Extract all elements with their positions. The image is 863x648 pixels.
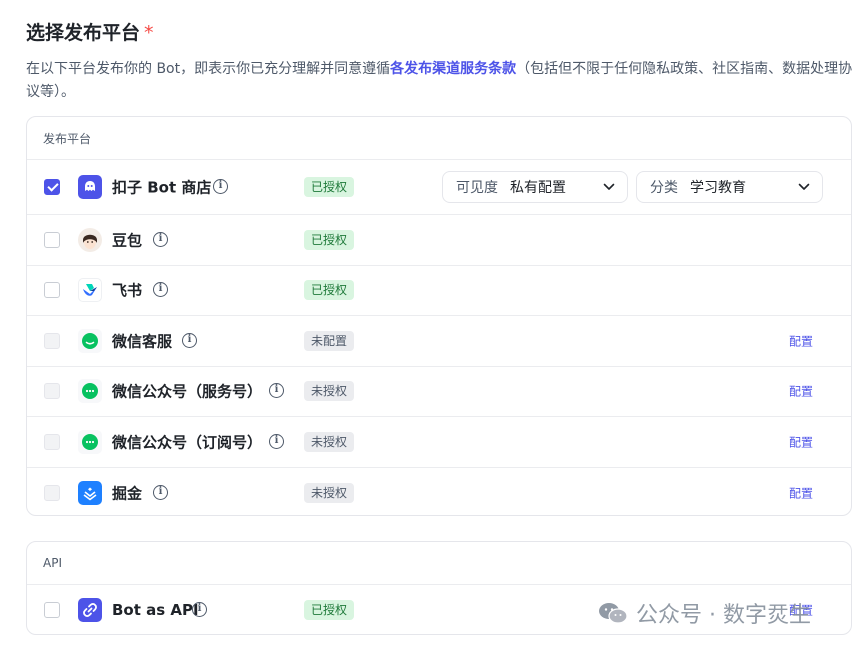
visibility-value: 私有配置 (510, 180, 566, 196)
chevron-down-icon (603, 183, 615, 190)
platform-name: 豆包 (112, 231, 143, 250)
page-title: 选择发布平台 * (26, 18, 154, 45)
info-icon[interactable]: i (213, 179, 228, 194)
info-icon[interactable]: i (192, 602, 207, 617)
platform-checkbox-juejin[interactable] (44, 484, 60, 501)
status-badge: 未授权 (304, 431, 355, 452)
terms-description: 在以下平台发布你的 Bot，即表示你已充分理解并同意遵循各发布渠道服务条款（包括… (26, 58, 856, 104)
configure-link[interactable]: 配置 (789, 484, 813, 501)
platform-name: 微信客服 (112, 332, 173, 351)
visibility-select[interactable]: 可见度 私有配置 (442, 171, 628, 203)
info-icon[interactable]: i (269, 433, 284, 449)
info-icon[interactable]: i (269, 383, 284, 399)
watermark: 公众号 · 数字烎生 (598, 597, 811, 629)
chevron-down-icon (798, 183, 810, 190)
terms-link[interactable]: 各发布渠道服务条款 (390, 61, 516, 77)
platform-checkbox-coze-store[interactable] (44, 179, 60, 195)
configure-link[interactable]: 配置 (789, 383, 813, 400)
platform-row-wechat-service: 微信公众号（服务号） i 未授权 配置 (27, 367, 851, 417)
platform-checkbox-doubao[interactable] (44, 231, 60, 248)
api-checkbox[interactable] (44, 602, 60, 618)
required-mark: * (144, 22, 154, 44)
configure-link[interactable]: 配置 (789, 433, 813, 450)
platform-row-wechat-subscription: 微信公众号（订阅号） i 未授权 配置 (27, 417, 851, 468)
watermark-text: 公众号 · 数字烎生 (636, 603, 811, 628)
terms-description-before: 在以下平台发布你的 Bot，即表示你已充分理解并同意遵循 (26, 61, 391, 77)
platforms-section-title: 发布平台 (27, 117, 851, 160)
coze-bot-store-icon (78, 175, 102, 199)
info-icon[interactable]: i (153, 231, 168, 247)
platform-name: 微信公众号（订阅号） (112, 433, 263, 452)
info-icon[interactable]: i (182, 332, 197, 348)
api-link-icon (78, 598, 102, 622)
platform-checkbox-wechat-service[interactable] (44, 383, 60, 400)
platform-name: 扣子 Bot 商店 (112, 178, 212, 197)
status-badge: 已授权 (304, 600, 355, 620)
wechat-icon (78, 379, 102, 404)
status-badge: 未配置 (304, 330, 355, 351)
wechat-official-account-icon (599, 603, 628, 624)
platform-checkbox-feishu[interactable] (44, 282, 60, 299)
status-badge: 已授权 (304, 177, 355, 197)
juejin-icon (78, 480, 102, 505)
status-badge: 已授权 (304, 229, 355, 250)
info-icon[interactable]: i (153, 484, 168, 500)
platform-row-feishu: 飞书 i 已授权 (27, 266, 851, 316)
platform-row-juejin: 掘金 i 未授权 配置 (27, 468, 851, 516)
feishu-icon (78, 278, 102, 303)
category-select[interactable]: 分类 学习教育 (636, 171, 823, 203)
doubao-avatar-icon (78, 227, 102, 252)
info-icon[interactable]: i (153, 282, 168, 298)
api-section-title: API (27, 542, 851, 585)
platform-row-doubao: 豆包 i 已授权 (27, 215, 851, 266)
platform-name: 飞书 (112, 281, 143, 300)
platform-name: Bot as API (112, 601, 199, 619)
category-label: 分类 (650, 180, 678, 196)
platform-checkbox-wechat-subscription[interactable] (44, 433, 60, 450)
platform-name: 掘金 (112, 484, 143, 503)
configure-link[interactable]: 配置 (789, 332, 813, 349)
status-badge: 未授权 (304, 482, 355, 503)
page-title-text: 选择发布平台 (26, 22, 141, 44)
platform-row-coze-store: 扣子 Bot 商店 i 已授权 可见度 私有配置 分类 学习教育 (27, 160, 851, 215)
visibility-label: 可见度 (456, 180, 498, 196)
wechat-icon (78, 328, 102, 353)
platform-checkbox-wechat-kf[interactable] (44, 332, 60, 349)
platforms-card: 发布平台 扣子 Bot 商店 i 已授权 可见度 私有配置 分类 学习教育 豆包… (26, 116, 852, 516)
wechat-icon (78, 429, 102, 454)
status-badge: 未授权 (304, 381, 355, 402)
platform-row-wechat-kf: 微信客服 i 未配置 配置 (27, 316, 851, 367)
platform-name: 微信公众号（服务号） (112, 382, 263, 401)
status-badge: 已授权 (304, 280, 355, 301)
category-value: 学习教育 (690, 180, 746, 196)
